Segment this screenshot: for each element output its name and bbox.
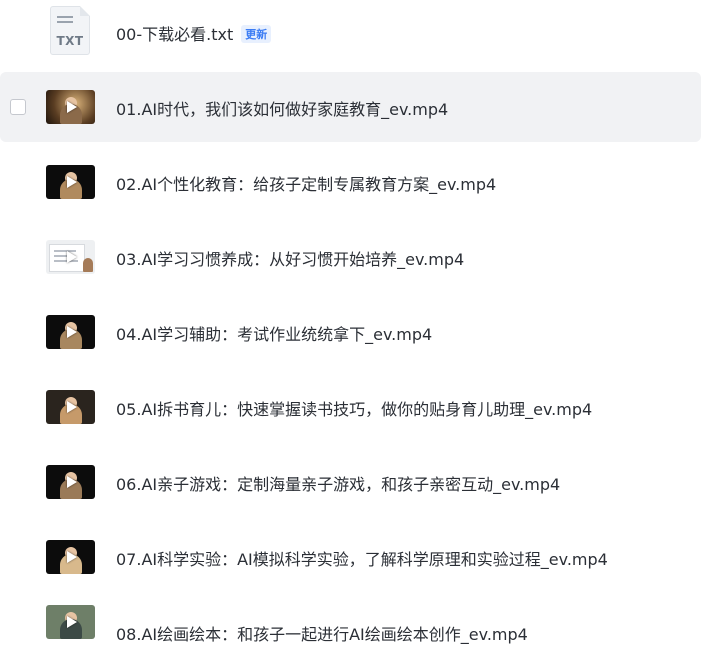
txt-file-icon: TXT [50,6,90,55]
file-row[interactable]: 05.AI拆书育儿：快速掌握读书技巧，做你的贴身育儿助理_ev.mp4 [0,372,701,442]
video-thumbnail [46,540,95,574]
file-row[interactable]: 04.AI学习辅助：考试作业统统拿下_ev.mp4 [0,297,701,367]
video-thumbnail [46,390,95,424]
video-thumbnail [46,315,95,349]
file-name[interactable]: 07.AI科学实验：AI模拟科学实验，了解科学原理和实验过程_ev.mp4 [116,546,608,570]
file-row[interactable]: 01.AI时代，我们该如何做好家庭教育_ev.mp4 [0,72,701,142]
play-icon [66,326,77,338]
file-name[interactable]: 01.AI时代，我们该如何做好家庭教育_ev.mp4 [116,96,448,120]
play-icon [66,401,77,413]
file-row[interactable]: 06.AI亲子游戏：定制海量亲子游戏，和孩子亲密互动_ev.mp4 [0,447,701,517]
file-row[interactable]: 08.AI绘画绘本：和孩子一起进行AI绘画绘本创作_ev.mp4 [0,597,701,651]
play-icon [66,101,77,113]
select-checkbox[interactable] [10,99,26,115]
play-icon [66,616,77,628]
video-thumbnail [46,605,95,639]
file-row[interactable]: 03.AI学习习惯养成：从好习惯开始培养_ev.mp4 [0,222,701,292]
file-name[interactable]: 02.AI个性化教育：给孩子定制专属教育方案_ev.mp4 [116,171,496,195]
file-name[interactable]: 04.AI学习辅助：考试作业统统拿下_ev.mp4 [116,321,432,345]
file-name[interactable]: 08.AI绘画绘本：和孩子一起进行AI绘画绘本创作_ev.mp4 [116,621,528,645]
update-badge: 更新 [241,25,272,43]
play-icon [66,551,77,563]
file-row[interactable]: TXT 00-下载必看.txt 更新 [0,0,701,62]
file-name[interactable]: 00-下载必看.txt 更新 [116,21,272,45]
video-thumbnail [46,165,95,199]
video-thumbnail [46,465,95,499]
play-icon [66,251,77,263]
play-icon [66,176,77,188]
video-thumbnail [46,90,95,124]
file-row[interactable]: 07.AI科学实验：AI模拟科学实验，了解科学原理和实验过程_ev.mp4 [0,522,701,592]
file-name[interactable]: 06.AI亲子游戏：定制海量亲子游戏，和孩子亲密互动_ev.mp4 [116,471,560,495]
file-name[interactable]: 03.AI学习习惯养成：从好习惯开始培养_ev.mp4 [116,246,464,270]
video-thumbnail [46,240,95,274]
file-row[interactable]: 02.AI个性化教育：给孩子定制专属教育方案_ev.mp4 [0,147,701,217]
file-name[interactable]: 05.AI拆书育儿：快速掌握读书技巧，做你的贴身育儿助理_ev.mp4 [116,396,592,420]
file-list: TXT 00-下载必看.txt 更新 01.AI时代，我们该如何做好家庭教育_ev… [0,0,701,651]
play-icon [66,476,77,488]
